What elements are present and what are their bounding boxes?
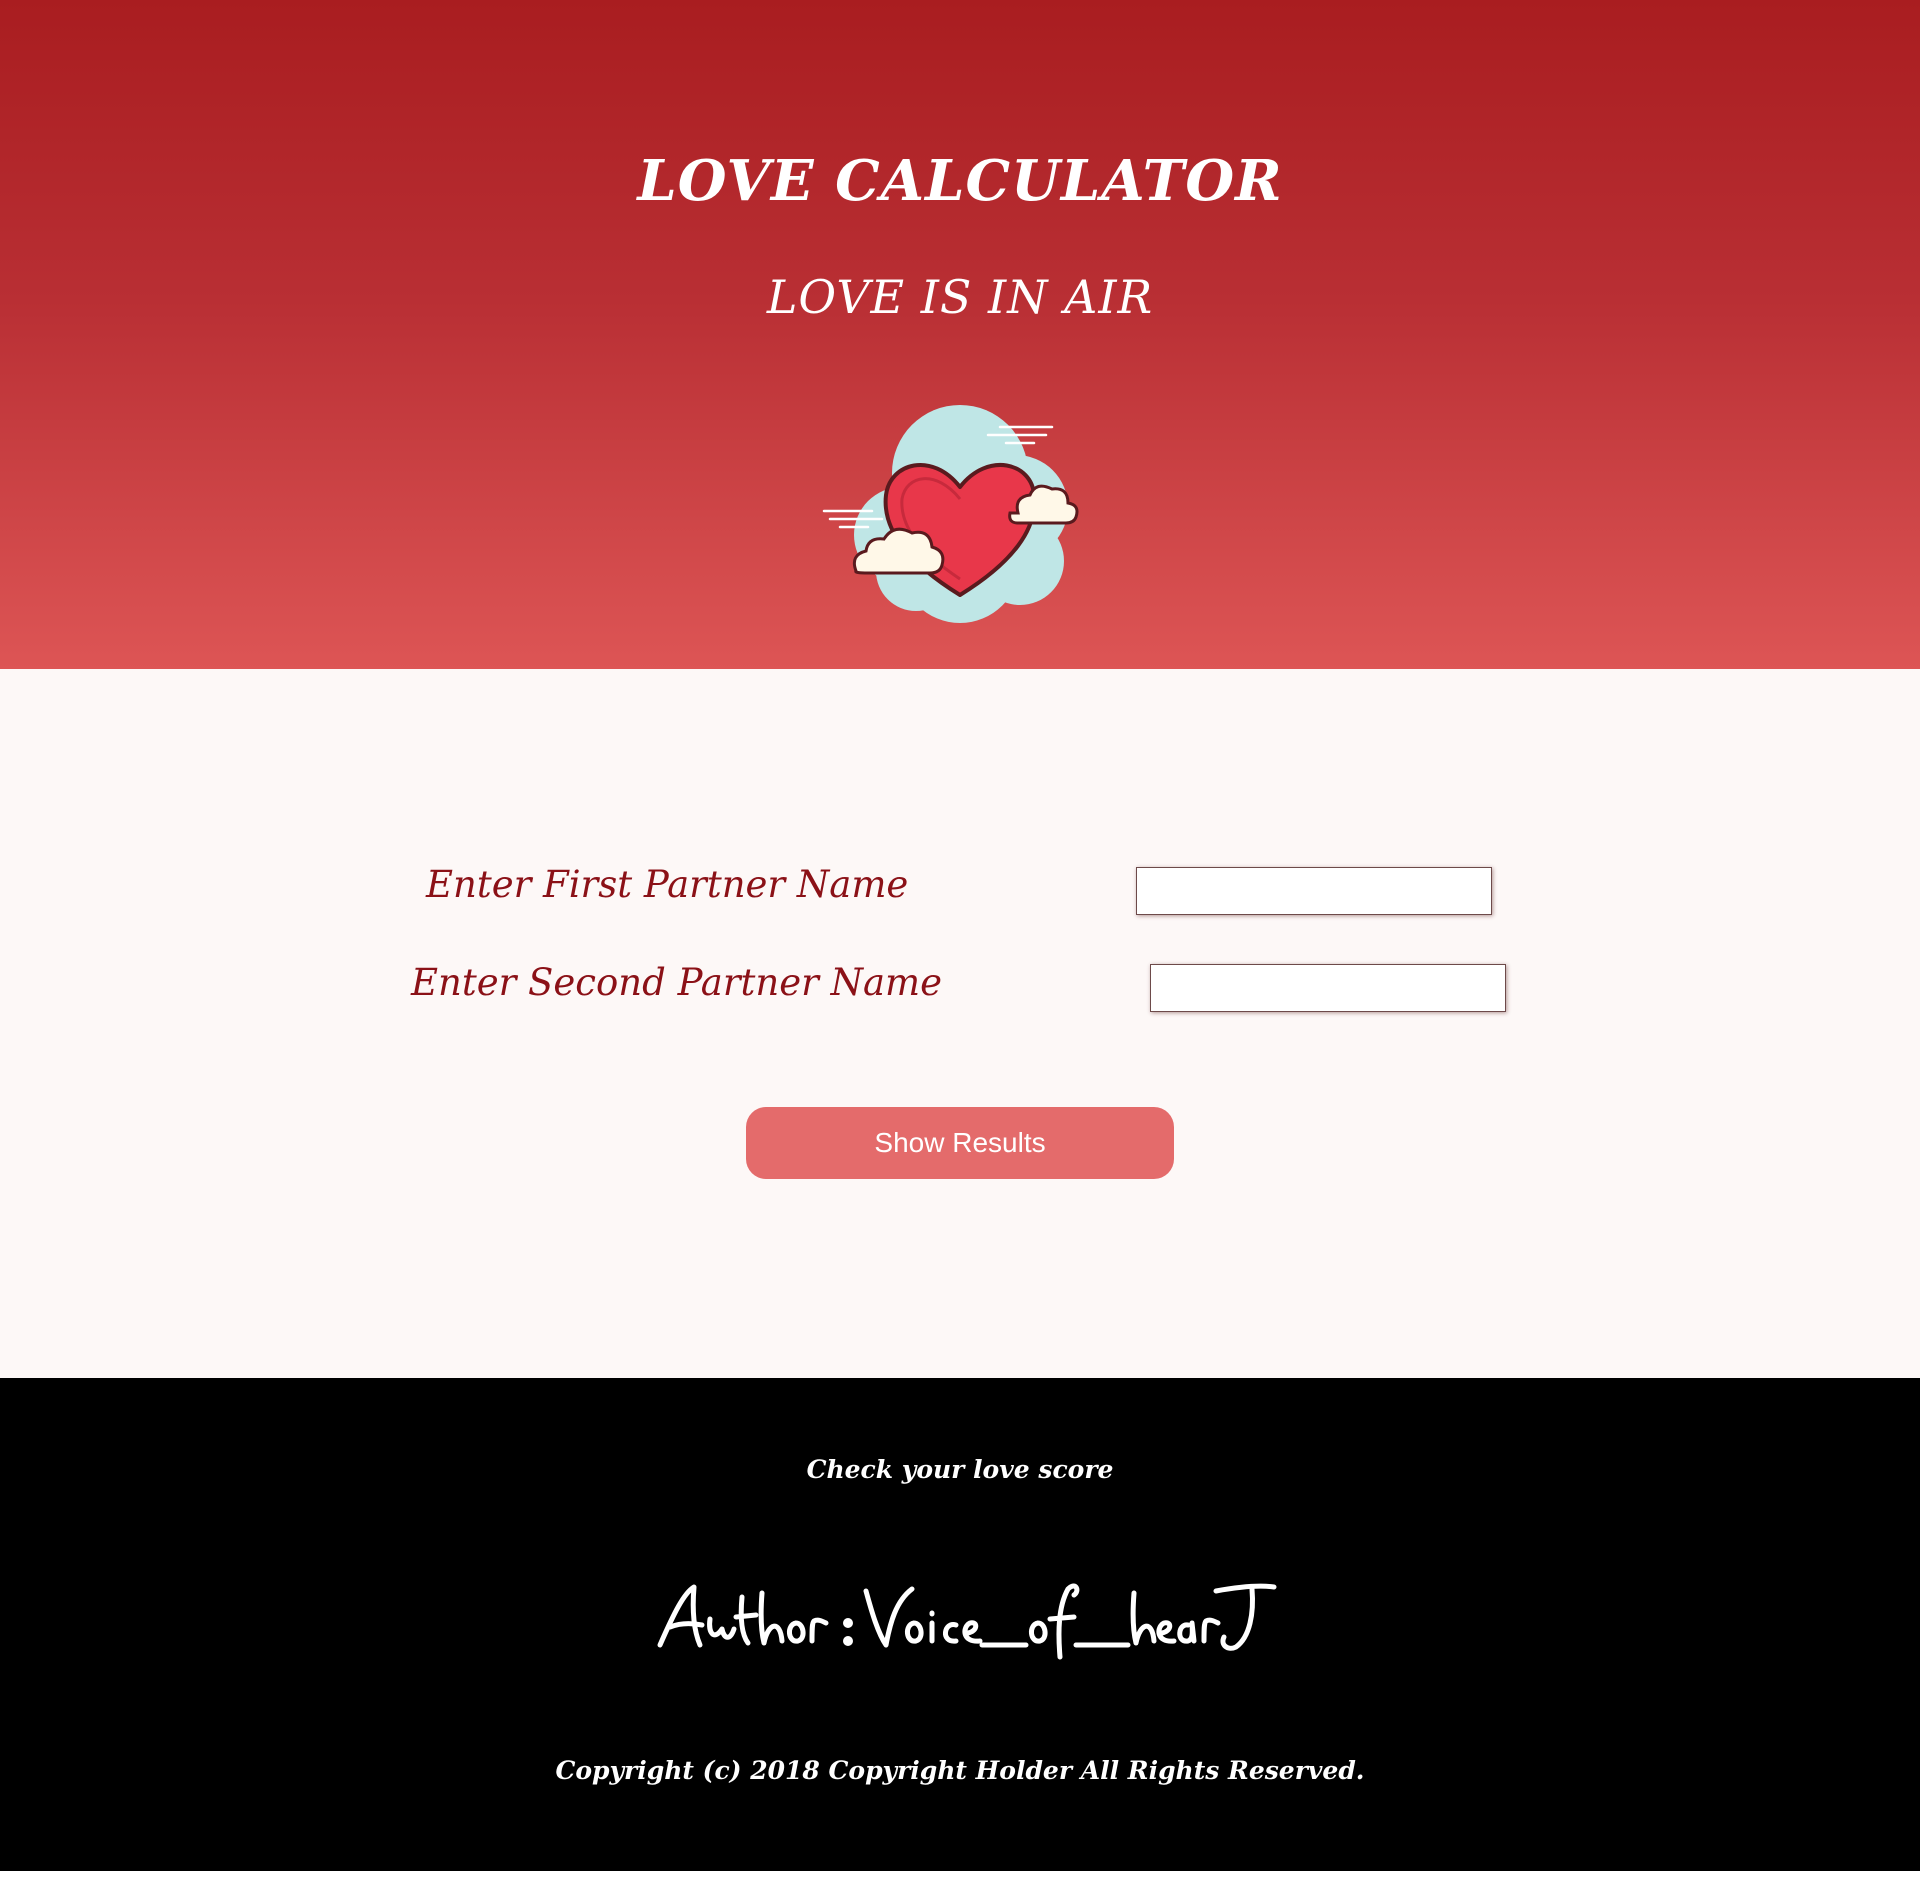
- heart-with-clouds-icon: [822, 405, 1079, 623]
- calculator-form: Enter First Partner Name Enter Second Pa…: [0, 669, 1920, 1378]
- footer-tagline: Check your love score: [806, 1455, 1114, 1484]
- show-results-button[interactable]: Show Results: [746, 1107, 1174, 1179]
- header-banner: LOVE CALCULATOR LOVE IS IN AIR: [0, 0, 1920, 669]
- author-signature: [657, 1583, 1277, 1660]
- first-partner-input[interactable]: [1136, 867, 1492, 915]
- page-subtitle: LOVE IS IN AIR: [766, 270, 1154, 324]
- second-partner-input[interactable]: [1150, 964, 1506, 1012]
- copyright-text: Copyright (c) 2018 Copyright Holder All …: [555, 1756, 1365, 1785]
- page-title: LOVE CALCULATOR: [637, 148, 1283, 214]
- first-partner-label: Enter First Partner Name: [426, 863, 909, 906]
- footer: Check your love score Copyright (c) 2018…: [0, 1378, 1920, 1871]
- second-partner-label: Enter Second Partner Name: [411, 961, 943, 1004]
